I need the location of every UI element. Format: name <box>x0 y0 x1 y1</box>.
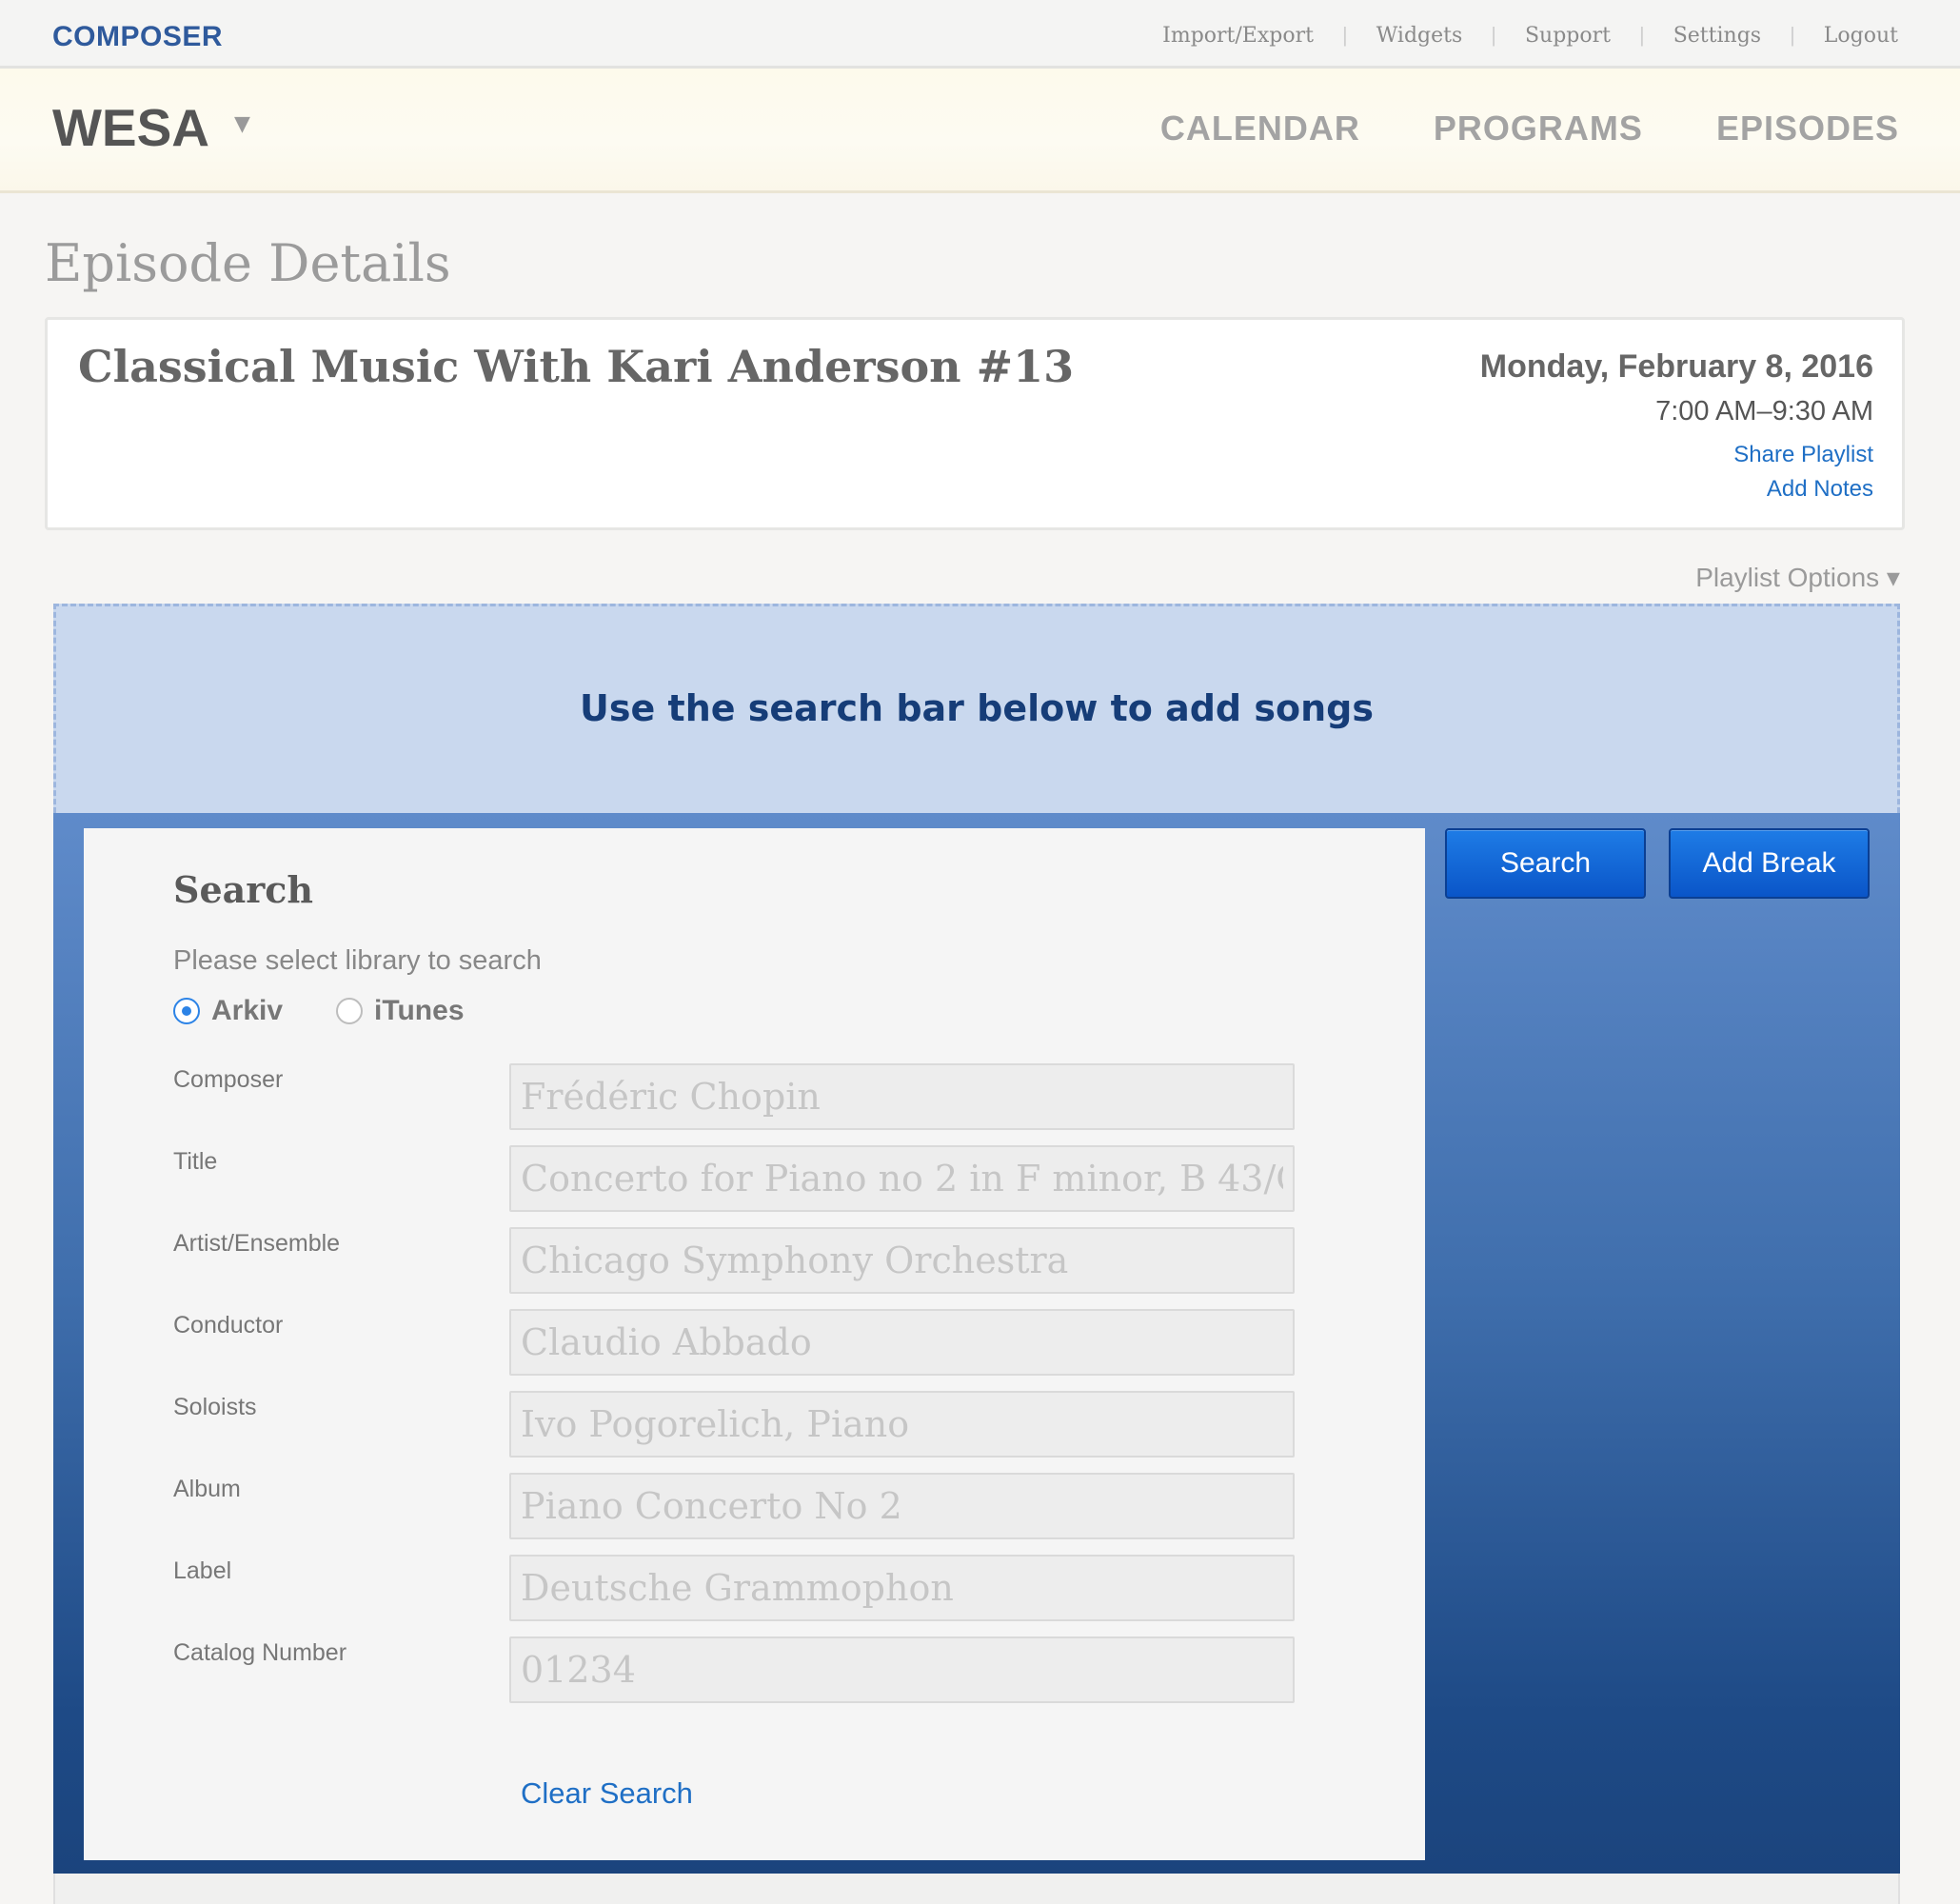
episode-card: Classical Music With Kari Anderson #13 M… <box>45 317 1905 530</box>
soloists-input[interactable] <box>509 1391 1295 1458</box>
share-playlist-link[interactable]: Share Playlist <box>1733 442 1873 468</box>
nav-separator: | <box>1341 23 1348 47</box>
add-break-button[interactable]: Add Break <box>1669 828 1870 899</box>
radio-arkiv[interactable] <box>173 998 200 1024</box>
playlist-list-area <box>53 1874 1900 1904</box>
search-heading: Search <box>173 868 314 911</box>
album-input[interactable] <box>509 1473 1295 1539</box>
search-button[interactable]: Search <box>1445 828 1646 899</box>
radio-arkiv-label[interactable]: Arkiv <box>211 995 283 1027</box>
title-label: Title <box>173 1148 218 1175</box>
settings-link[interactable]: Settings <box>1673 24 1761 48</box>
record-label-input[interactable] <box>509 1555 1295 1621</box>
search-panel: Search Please select library to search A… <box>84 828 1425 1860</box>
search-region: Search Please select library to search A… <box>53 813 1900 1874</box>
nav-separator: | <box>1491 23 1496 47</box>
widgets-link[interactable]: Widgets <box>1376 24 1463 48</box>
page-title: Episode Details <box>45 233 451 293</box>
main-nav: CALENDAR PROGRAMS EPISODES <box>1160 109 1899 149</box>
composer-label: Composer <box>173 1066 284 1093</box>
station-dropdown-caret-icon[interactable]: ▼ <box>234 112 250 136</box>
utility-nav: Import/Export | Widgets | Support | Sett… <box>1162 23 1898 48</box>
nav-separator: | <box>1790 23 1795 47</box>
record-label-label: Label <box>173 1557 232 1584</box>
playlist-drop-zone[interactable]: Use the search bar below to add songs <box>53 604 1900 813</box>
top-utility-bar: COMPOSER Import/Export | Widgets | Suppo… <box>0 0 1960 69</box>
logout-link[interactable]: Logout <box>1824 24 1898 48</box>
title-input[interactable] <box>509 1145 1295 1212</box>
conductor-input[interactable] <box>509 1309 1295 1376</box>
radio-itunes[interactable] <box>336 998 364 1024</box>
episode-date: Monday, February 8, 2016 <box>1479 348 1873 385</box>
nav-calendar[interactable]: CALENDAR <box>1160 109 1360 149</box>
station-header: WESA ▼ CALENDAR PROGRAMS EPISODES <box>0 69 1960 193</box>
artist-input[interactable] <box>509 1227 1295 1294</box>
catalog-number-label: Catalog Number <box>173 1639 347 1666</box>
clear-search-link[interactable]: Clear Search <box>521 1776 693 1811</box>
album-label: Album <box>173 1476 241 1502</box>
catalog-number-input[interactable] <box>509 1636 1295 1703</box>
playlist-options-dropdown[interactable]: Playlist Options ▾ <box>1695 562 1900 593</box>
add-notes-link[interactable]: Add Notes <box>1767 476 1873 503</box>
support-link[interactable]: Support <box>1525 24 1611 48</box>
nav-programs[interactable]: PROGRAMS <box>1434 109 1643 149</box>
composer-input[interactable] <box>509 1063 1295 1130</box>
radio-itunes-label[interactable]: iTunes <box>374 995 464 1027</box>
conductor-label: Conductor <box>173 1312 284 1339</box>
import-export-link[interactable]: Import/Export <box>1162 24 1314 48</box>
station-name[interactable]: WESA <box>52 97 209 158</box>
brand-logo[interactable]: COMPOSER <box>52 21 223 53</box>
soloists-label: Soloists <box>173 1394 257 1420</box>
library-prompt: Please select library to search <box>173 945 542 976</box>
drop-zone-message: Use the search bar below to add songs <box>580 687 1374 729</box>
episode-time: 7:00 AM–9:30 AM <box>1655 396 1873 426</box>
library-radio-group: Arkiv iTunes <box>173 995 518 1027</box>
episode-title: Classical Music With Kari Anderson #13 <box>78 341 1075 392</box>
nav-episodes[interactable]: EPISODES <box>1716 109 1899 149</box>
artist-label: Artist/Ensemble <box>173 1230 341 1257</box>
nav-separator: | <box>1639 23 1645 47</box>
